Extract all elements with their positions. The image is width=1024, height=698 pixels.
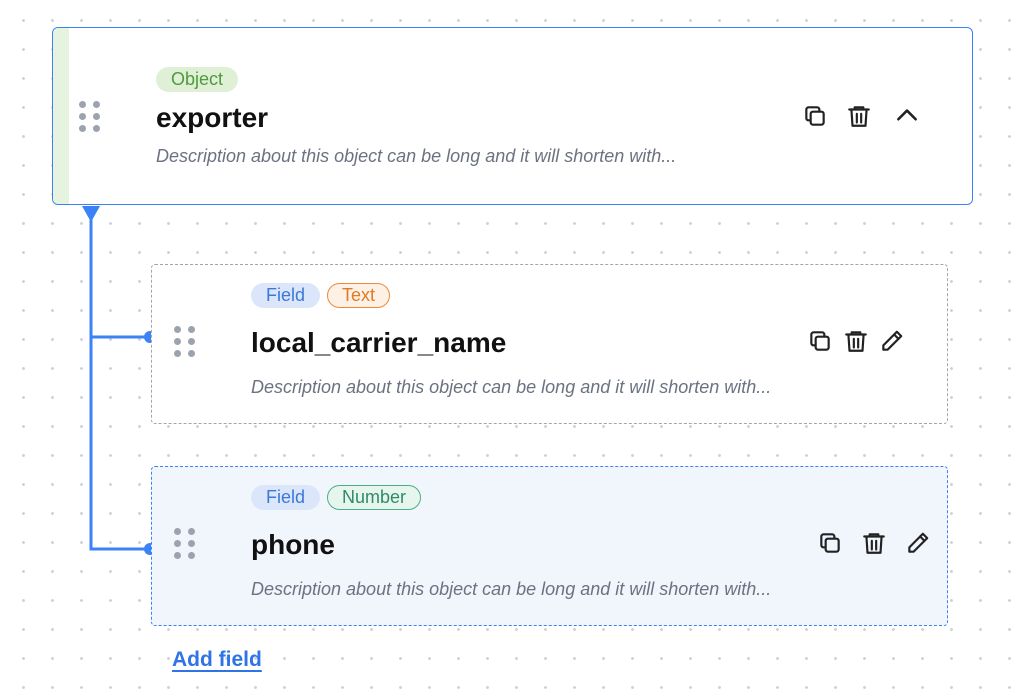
object-badge: Object [156,67,239,92]
field-badge: Field [251,485,321,510]
field-card-phone[interactable]: Field Number phone Description about thi… [151,466,948,626]
type-badge-number: Number [327,485,422,510]
field-description: Description about this object can be lon… [251,377,772,397]
trash-icon[interactable] [845,102,873,130]
field-card-local-carrier-name[interactable]: Field Text local_carrier_name Descriptio… [151,264,948,424]
chevron-up-icon[interactable] [893,102,921,130]
connector-arrow [82,206,100,222]
field-badge: Field [251,283,321,308]
copy-icon[interactable] [801,102,829,130]
pencil-icon[interactable] [878,327,906,355]
copy-icon[interactable] [816,529,844,557]
field-title: phone [251,529,335,560]
trash-icon[interactable] [860,529,888,557]
object-accent-bar [53,28,69,204]
drag-handle-icon[interactable] [174,528,198,560]
object-card[interactable]: Object exporter Description about this o… [52,27,973,205]
trash-icon[interactable] [842,327,870,355]
drag-handle-icon[interactable] [174,326,198,358]
pencil-icon[interactable] [904,529,932,557]
copy-icon[interactable] [806,327,834,355]
object-title: exporter [156,102,269,133]
drag-handle-icon[interactable] [79,101,103,133]
field-title: local_carrier_name [251,327,507,358]
add-field-link[interactable]: Add field [172,648,262,672]
type-badge-text: Text [327,283,391,308]
object-description: Description about this object can be lon… [156,146,677,166]
field-description: Description about this object can be lon… [251,579,772,599]
